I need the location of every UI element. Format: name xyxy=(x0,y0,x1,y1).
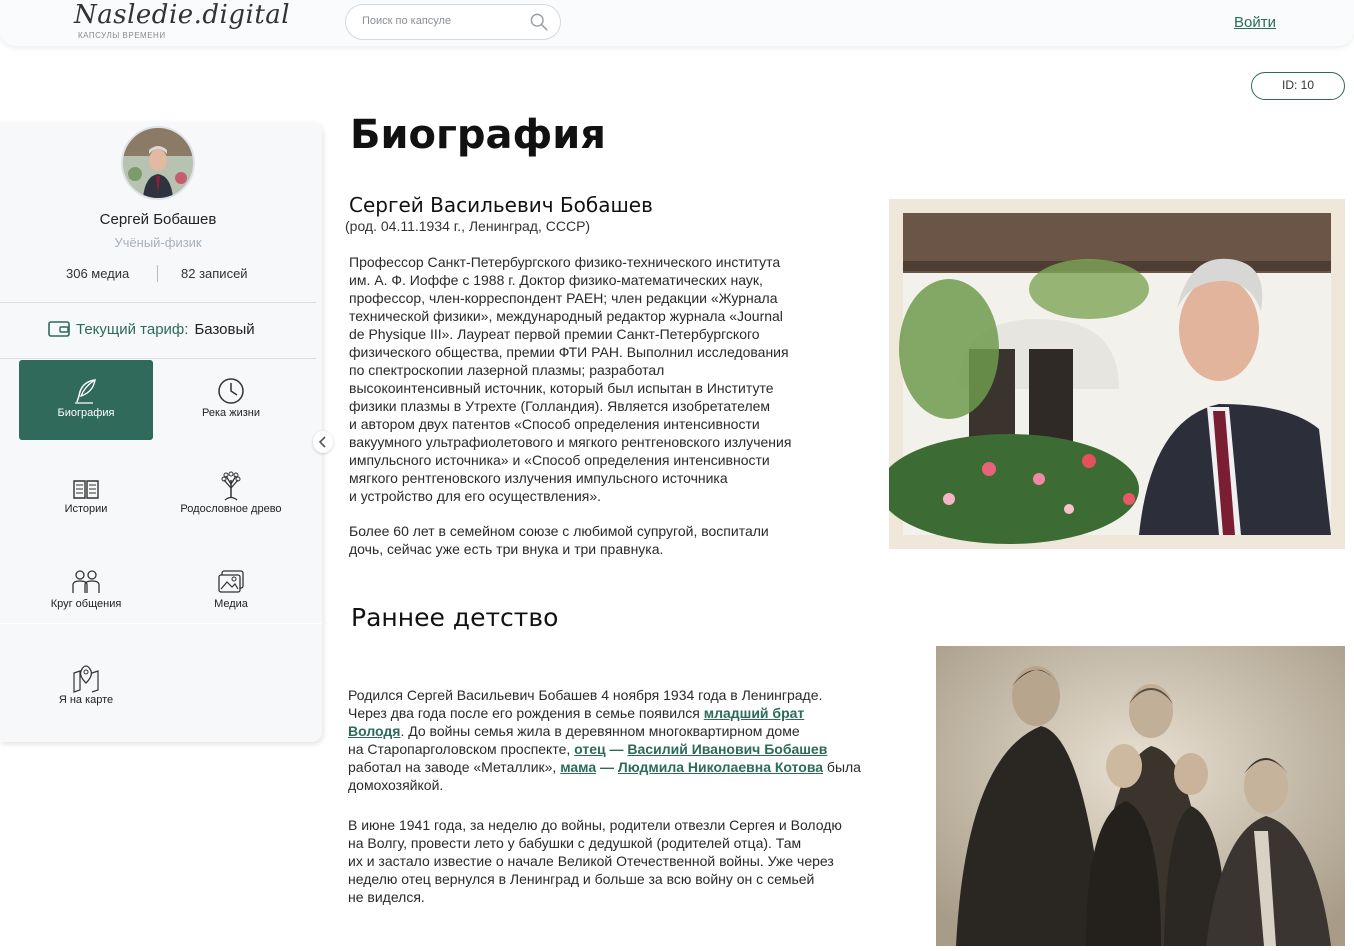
text-line: вакуумного ультрафиолетового и мягкого р… xyxy=(349,434,792,450)
text-line: физического общества, премии ФТИ РАН. Вы… xyxy=(349,344,789,360)
site-logo[interactable]: Nasledie.digital КАПСУЛЫ ВРЕМЕНИ xyxy=(74,0,291,40)
nav-life-river[interactable]: Река жизни xyxy=(164,360,298,440)
clock-icon xyxy=(218,378,244,404)
media-count[interactable]: 306 медиа xyxy=(66,266,129,281)
text-line: Профессор Санкт-Петербургского физико-те… xyxy=(349,254,781,270)
text-line: на Волгу, провести лето у бабушки с деду… xyxy=(348,835,802,851)
text-line: Более 60 лет в семейном союзе с любимой … xyxy=(349,523,769,539)
tree-icon xyxy=(221,471,241,501)
wallet-icon xyxy=(48,321,70,337)
search-input[interactable] xyxy=(360,14,524,28)
text-span: Через два года после его рождения в семь… xyxy=(348,705,704,721)
page-title: Биография xyxy=(350,112,606,158)
text-line: Через два года после его рождения в семь… xyxy=(348,704,861,722)
younger-brother-link[interactable]: младший брат xyxy=(704,705,805,721)
dash: — xyxy=(605,741,628,757)
text-line: на Старопарголовском проспекте, отец — В… xyxy=(348,740,861,758)
divider xyxy=(0,358,316,359)
map-pin-icon xyxy=(73,665,99,693)
photos-icon xyxy=(218,570,244,593)
capsule-id-badge: ID: 10 xyxy=(1251,72,1345,100)
profile-sidebar: Сергей Бобашев Учёный-физик 306 медиа 82… xyxy=(0,122,322,742)
text-line: дочь, сейчас уже есть три внука и три пр… xyxy=(349,541,664,557)
text-line: высокоинтенсивный источник, который был … xyxy=(349,380,774,396)
text-line: Родился Сергей Васильевич Бобашев 4 нояб… xyxy=(348,687,823,703)
nav-label: Река жизни xyxy=(202,407,260,419)
dash: — xyxy=(596,759,618,775)
login-link[interactable]: Войти xyxy=(1234,14,1276,31)
text-line: мягкого рентгеновского излучения импульс… xyxy=(349,470,728,486)
text-line: технической физики», международный редак… xyxy=(349,308,783,324)
feather-icon xyxy=(75,378,96,404)
text-line: неделю отец вернулся в Ленинград и больш… xyxy=(348,871,815,887)
section-title: Раннее детство xyxy=(351,603,559,632)
nav-label: Медиа xyxy=(214,598,248,610)
text-line: домохозяйкой. xyxy=(348,777,444,793)
nav-family-tree[interactable]: Родословное древо xyxy=(164,456,298,536)
profile-name: Сергей Бобашев xyxy=(99,211,217,228)
profile-role: Учёный-физик xyxy=(114,235,202,250)
logo-title: Nasledie.digital xyxy=(74,0,291,30)
text-line: профессор, член-корреспондент РАЕН; член… xyxy=(349,290,778,306)
sidebar-collapse-button[interactable] xyxy=(313,431,333,453)
text-line: В июне 1941 года, за неделю до войны, ро… xyxy=(348,817,842,833)
top-header: Nasledie.digital КАПСУЛЫ ВРЕМЕНИ Войти xyxy=(0,0,1354,46)
person-full-name: Сергей Васильевич Бобашев xyxy=(349,193,653,217)
text-line: Володя. До войны семья жила в деревянном… xyxy=(348,722,861,740)
text-line: их и застало известие о начале Великой О… xyxy=(348,853,834,869)
book-icon xyxy=(73,480,99,499)
text-line: по спектроскопии лазерной плазмы; разраб… xyxy=(349,362,665,378)
early-childhood-paragraph: Родился Сергей Васильевич Бобашев 4 нояб… xyxy=(348,686,861,794)
war-paragraph: В июне 1941 года, за неделю до войны, ро… xyxy=(348,816,842,906)
text-span: . До войны семья жила в деревянном много… xyxy=(400,723,800,739)
divider xyxy=(0,302,316,303)
nav-on-map[interactable]: Я на карте xyxy=(19,647,153,727)
posts-count[interactable]: 82 записей xyxy=(181,266,248,281)
father-name-link[interactable]: Василий Иванович Бобашев xyxy=(627,741,827,757)
text-line: не виделся. xyxy=(348,889,425,905)
nav-social-circle[interactable]: Круг общения xyxy=(19,551,153,631)
nav-label: Биография xyxy=(57,407,115,419)
nav-media[interactable]: Медиа xyxy=(164,551,298,631)
mother-link[interactable]: мама xyxy=(560,759,596,775)
text-line: и устройство для его осуществления». xyxy=(349,488,602,504)
tariff-label: Текущий тариф: xyxy=(76,320,189,338)
tariff-value: Базовый xyxy=(194,320,255,338)
text-line: физики плазмы в Утрехте (Голландия). Явл… xyxy=(349,398,771,414)
text-line: импульсного источника» и «Способ определ… xyxy=(349,452,770,468)
people-icon xyxy=(72,570,100,593)
current-tariff[interactable]: Текущий тариф: Базовый xyxy=(48,320,255,338)
bio-paragraph: Профессор Санкт-Петербургского физико-те… xyxy=(349,253,791,505)
person-birth-info: (род. 04.11.1934 г., Ленинград, СССР) xyxy=(345,218,591,234)
text-line: работал на заводе «Металлик», мама — Люд… xyxy=(348,758,861,776)
nav-label: Истории xyxy=(64,503,108,515)
nav-label: Родословное древо xyxy=(180,503,282,515)
divider xyxy=(0,623,322,624)
volodya-link[interactable]: Володя xyxy=(348,723,400,739)
nav-stories[interactable]: Истории xyxy=(19,456,153,536)
search-box xyxy=(345,4,561,40)
stats-divider xyxy=(157,265,158,282)
text-span: была xyxy=(823,759,861,775)
logo-subtitle: КАПСУЛЫ ВРЕМЕНИ xyxy=(78,31,166,40)
mother-name-link[interactable]: Людмила Николаевна Котова xyxy=(618,759,823,775)
text-line: им. А. Ф. Иоффе с 1988 г. Доктор физико-… xyxy=(349,272,763,288)
nav-label: Я на карте xyxy=(58,694,114,706)
text-span: работал на заводе «Металлик», xyxy=(348,759,561,775)
text-line: de Physique III». Лауреат первой премии … xyxy=(349,326,760,342)
avatar xyxy=(121,126,195,200)
nav-biography[interactable]: Биография xyxy=(19,360,153,440)
search-icon[interactable] xyxy=(530,13,548,31)
family-photo[interactable] xyxy=(936,646,1345,946)
text-line: и автором двух патентов «Способ определе… xyxy=(349,416,760,432)
text-span: на Старопарголовском проспекте, xyxy=(348,741,575,757)
nav-label: Круг общения xyxy=(50,598,122,610)
chevron-left-icon xyxy=(318,436,326,448)
portrait-photo[interactable] xyxy=(879,199,1345,549)
father-link[interactable]: отец xyxy=(574,741,605,757)
family-paragraph: Более 60 лет в семейном союзе с любимой … xyxy=(349,522,769,558)
